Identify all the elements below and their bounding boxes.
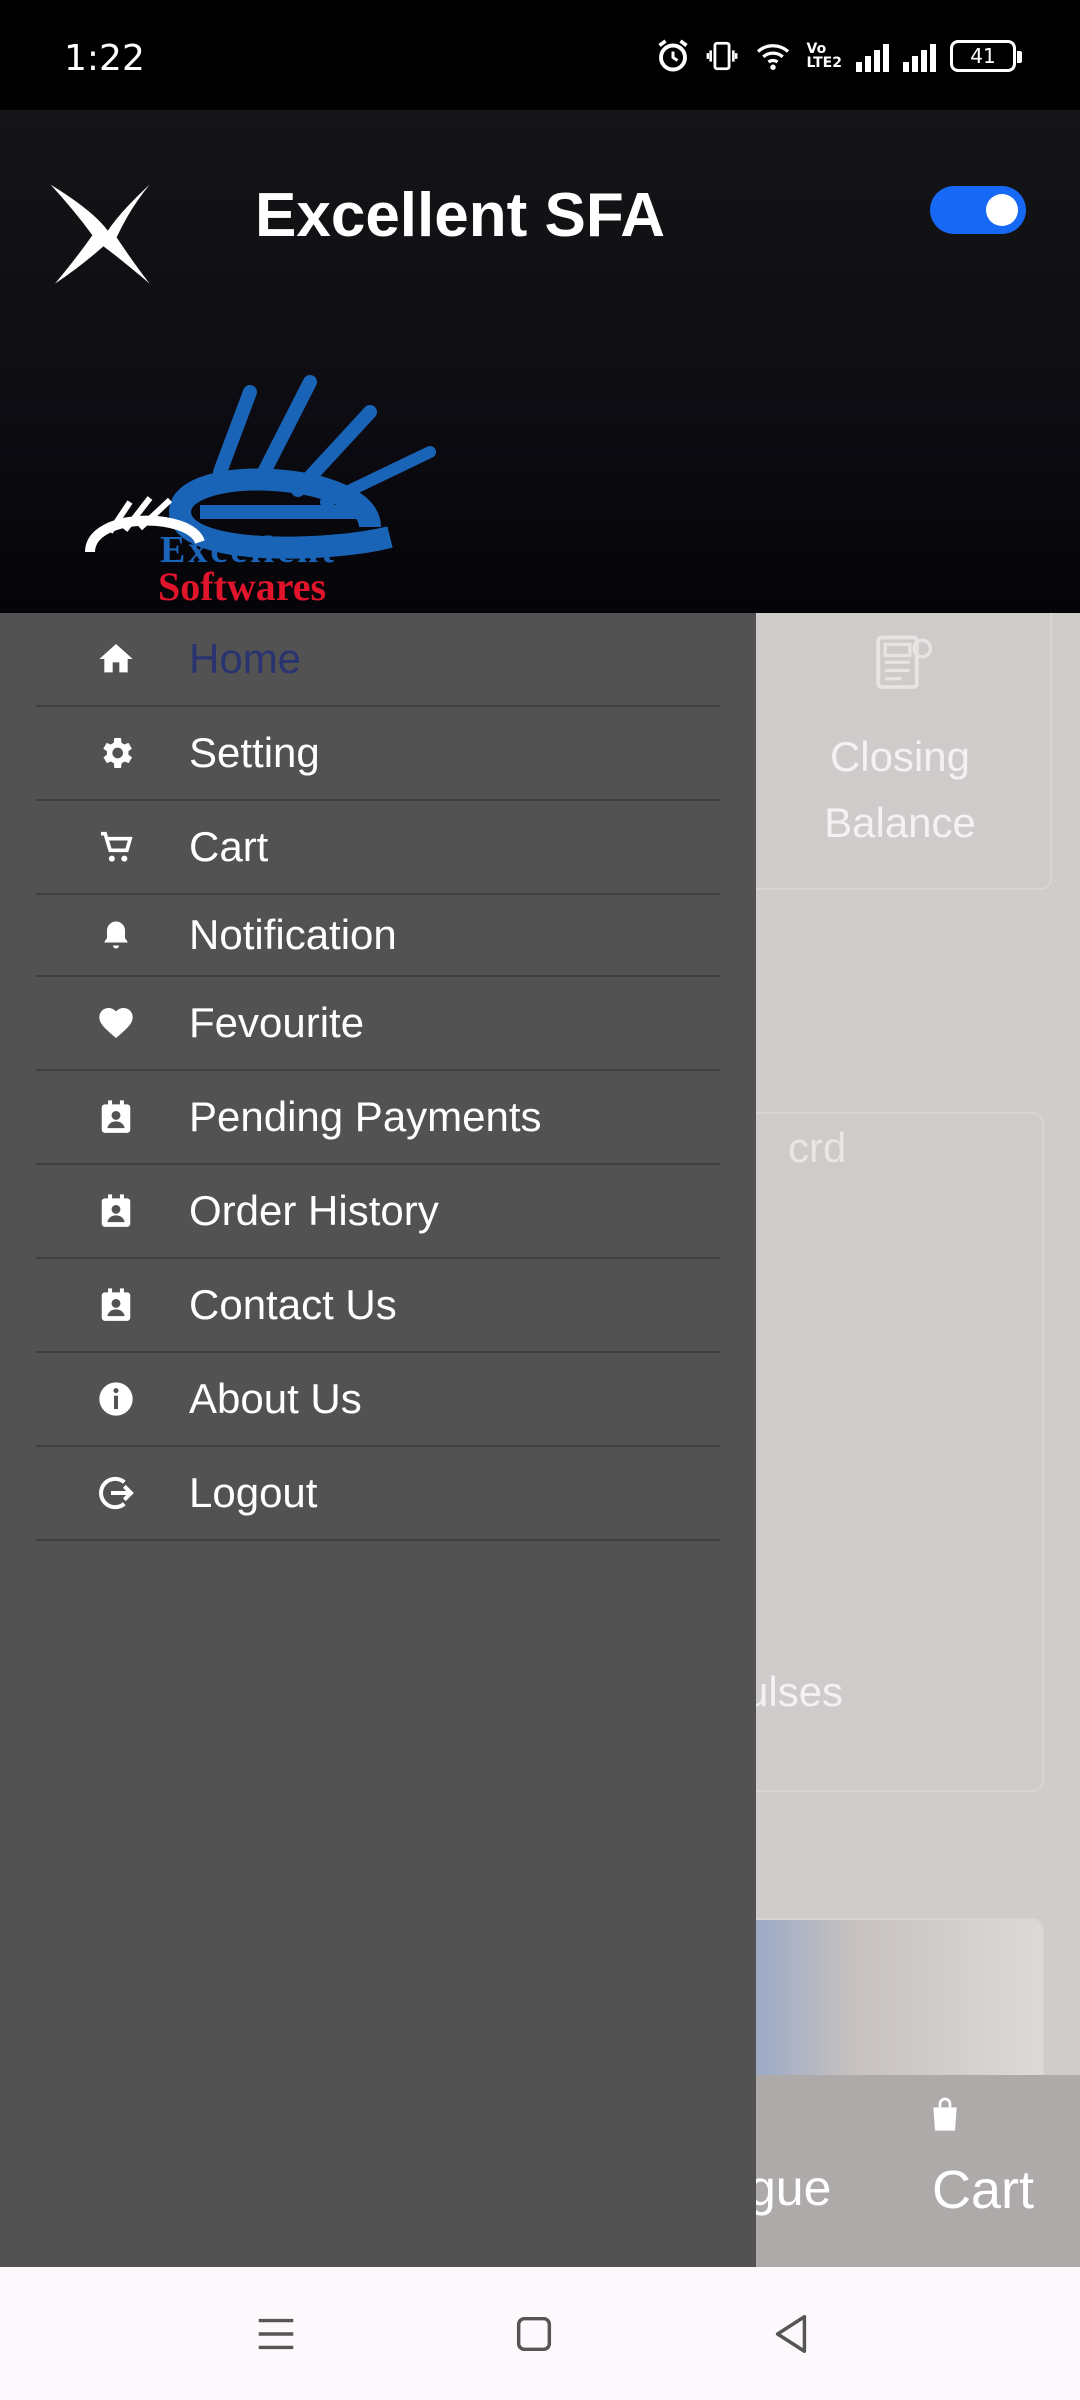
signal-icon-2 (903, 40, 936, 72)
signal-icon-1 (856, 40, 889, 72)
closing-balance-label: Closing Balance (824, 733, 976, 846)
menu-icon[interactable] (253, 2311, 299, 2357)
banner-photo (752, 1920, 1042, 2086)
theme-toggle[interactable] (930, 186, 1026, 234)
drawer-menu: Home Setting Cart Notification Fevourite… (36, 613, 720, 1541)
status-time: 1:22 (64, 38, 145, 79)
contact-card-icon (96, 1191, 136, 1231)
bottom-nav-cart[interactable]: Cart (932, 2159, 1034, 2221)
contact-card-icon (96, 1285, 136, 1325)
shopping-bag-icon (933, 2097, 957, 2131)
logout-icon (96, 1473, 136, 1513)
bottom-nav-catalogue[interactable]: gue (748, 2159, 831, 2217)
company-logo: Excellent Softwares (85, 375, 436, 602)
home-icon (96, 639, 136, 679)
card-text: crd (788, 1124, 847, 1171)
drawer-item-fevourite[interactable]: Fevourite (36, 977, 720, 1071)
battery-icon: 41 (950, 40, 1022, 72)
navigation-drawer: Excellent SFA Excellent Softwares Home S… (0, 110, 1080, 2267)
alarm-icon (657, 39, 688, 72)
app-logo-icon (50, 184, 150, 284)
cart-icon (96, 827, 136, 867)
company-logo-text-2: Softwares (158, 564, 326, 602)
drawer-item-setting[interactable]: Setting (36, 707, 720, 801)
home-square-icon[interactable] (511, 2311, 557, 2357)
contact-card-icon (96, 1097, 136, 1137)
drawer-item-logout[interactable]: Logout (36, 1447, 720, 1541)
drawer-item-contact-us[interactable]: Contact Us (36, 1259, 720, 1353)
drawer-header: Excellent SFA Excellent Softwares (0, 110, 1080, 613)
back-icon[interactable] (768, 2311, 814, 2357)
app-title: Excellent SFA (255, 181, 666, 250)
card-text-2: ulses (745, 1668, 844, 1715)
bell-icon (96, 915, 136, 955)
balance-sheet-icon (876, 635, 933, 689)
drawer-item-cart[interactable]: Cart (36, 801, 720, 895)
heart-icon (96, 1003, 136, 1043)
vibrate-icon (706, 41, 737, 71)
drawer-item-order-history[interactable]: Order History (36, 1165, 720, 1259)
volte-icon: Vo LTE2 (806, 41, 842, 71)
drawer-item-pending-payments[interactable]: Pending Payments (36, 1071, 720, 1165)
drawer-item-about-us[interactable]: About Us (36, 1353, 720, 1447)
system-nav-bar (0, 2267, 1080, 2400)
drawer-item-notification[interactable]: Notification (36, 895, 720, 977)
info-icon (96, 1379, 136, 1419)
status-bar: 1:22 Vo LTE2 41 (0, 0, 1080, 110)
gear-icon (96, 733, 136, 773)
status-icons: Vo LTE2 41 (655, 38, 1022, 74)
drawer-item-home[interactable]: Home (36, 613, 720, 707)
wifi-icon (756, 44, 789, 70)
